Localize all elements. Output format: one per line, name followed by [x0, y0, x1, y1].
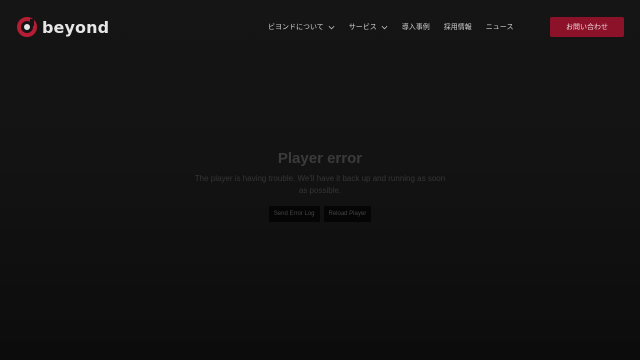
nav-item-label: ビヨンドについて — [268, 23, 324, 31]
reload-player-button[interactable]: Reload Player — [323, 206, 372, 222]
nav-item-label: ニュース — [485, 23, 514, 31]
nav-item-label: サービス — [348, 23, 377, 31]
nav-item-case-studies[interactable]: 導入事例 — [402, 22, 430, 32]
main-nav: ビヨンドについて サービス 導入事例 採用情報 ニュース — [268, 20, 513, 34]
player-error-actions: Send Error Log Reload Player — [190, 206, 450, 222]
nav-item-careers[interactable]: 採用情報 — [444, 22, 472, 32]
chevron-down-icon — [381, 25, 388, 29]
player-error-title: Player error — [277, 150, 363, 167]
site-header: beyond ビヨンドについて サービス 導入事例 採用情報 ニュース お問い合… — [0, 0, 640, 54]
nav-item-label: 採用情報 — [443, 23, 472, 31]
player-error-message: The player is having trouble. We'll have… — [194, 174, 446, 195]
nav-item-services[interactable]: サービス — [349, 22, 388, 32]
logo[interactable]: beyond — [16, 15, 109, 39]
logo-text: beyond — [42, 17, 110, 37]
send-error-log-button[interactable]: Send Error Log — [268, 206, 320, 222]
chevron-down-icon — [328, 25, 335, 29]
nav-item-news[interactable]: ニュース — [486, 22, 514, 32]
contact-button[interactable]: お問い合わせ — [550, 17, 624, 37]
player-error-panel: Player error The player is having troubl… — [190, 148, 450, 222]
nav-item-about[interactable]: ビヨンドについて — [268, 22, 335, 32]
nav-item-label: 導入事例 — [401, 23, 430, 31]
logo-mark-icon — [17, 17, 37, 37]
